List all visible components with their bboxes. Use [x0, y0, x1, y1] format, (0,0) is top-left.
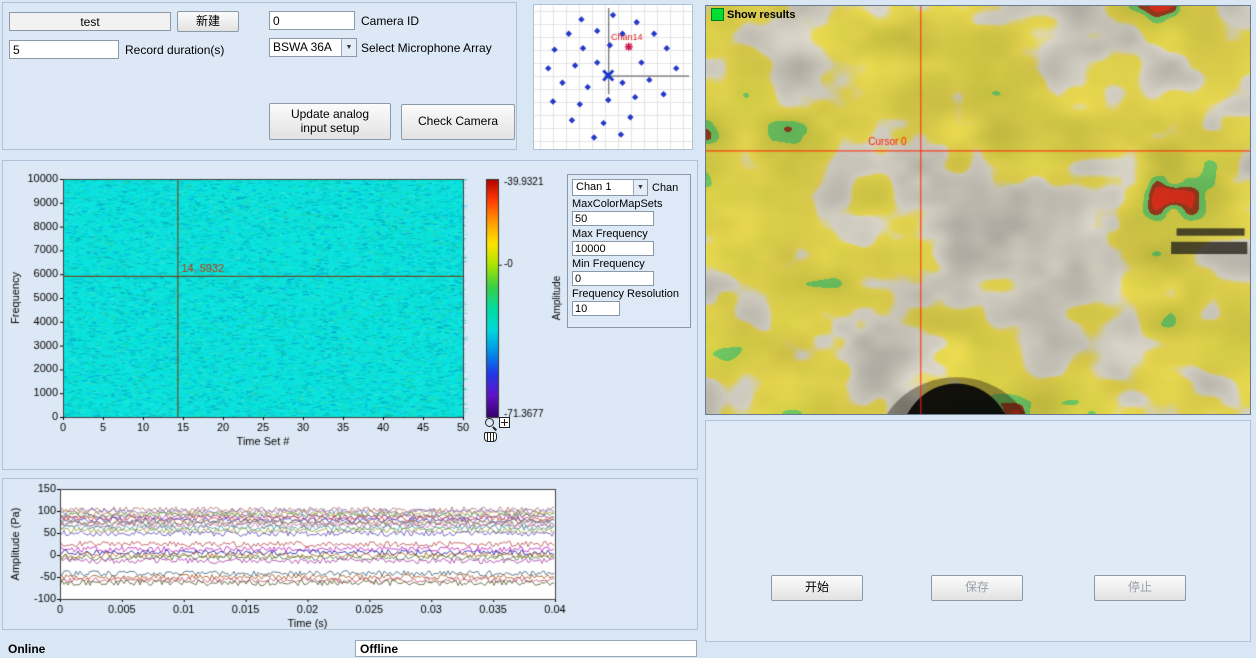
show-results-label: Show results — [727, 9, 795, 21]
max-colormap-label: MaxColorMapSets — [572, 198, 686, 210]
waveform-panel — [2, 478, 698, 630]
camera-id-input[interactable] — [269, 11, 355, 30]
min-frequency-input[interactable] — [572, 271, 654, 286]
mic-array-dropdown[interactable]: BSWA 36A ▼ — [269, 38, 357, 57]
chan-value: Chan 1 — [573, 180, 633, 195]
mic-array-label: Select Microphone Array — [361, 41, 492, 55]
camera-id-label: Camera ID — [361, 14, 419, 28]
record-duration-input[interactable] — [9, 40, 119, 59]
show-results-checkbox[interactable]: Show results — [711, 8, 795, 21]
chan-label: Chan — [652, 182, 678, 194]
camera-result-view[interactable]: Show results — [705, 5, 1251, 415]
camera-result-canvas[interactable] — [706, 6, 1250, 414]
waveform-canvas[interactable] — [5, 481, 697, 629]
start-button[interactable]: 开始 — [771, 575, 863, 601]
spectrogram-canvas[interactable] — [5, 165, 565, 465]
plot-tools — [484, 417, 514, 442]
check-camera-button[interactable]: Check Camera — [401, 104, 515, 140]
action-panel: 开始 保存 停止 — [705, 420, 1251, 642]
chevron-down-icon: ▼ — [341, 39, 356, 56]
record-duration-label: Record duration(s) — [125, 43, 224, 57]
new-button[interactable]: 新建 — [177, 11, 239, 32]
save-button[interactable]: 保存 — [931, 575, 1023, 601]
mic-array-canvas[interactable] — [534, 5, 692, 149]
checkbox-checked-icon[interactable] — [711, 8, 724, 21]
chan-dropdown[interactable]: Chan 1 ▼ — [572, 179, 648, 196]
max-frequency-label: Max Frequency — [572, 228, 686, 240]
offline-status-label: Offline — [360, 642, 398, 656]
update-analog-input-button[interactable]: Update analog input setup — [269, 103, 391, 140]
stop-button[interactable]: 停止 — [1094, 575, 1186, 601]
frequency-resolution-label: Frequency Resolution — [572, 288, 686, 300]
mic-array-plot-panel — [533, 4, 693, 150]
zoom-icon[interactable] — [484, 417, 497, 430]
acoustic-camera-app: 新建 Camera ID Record duration(s) BSWA 36A… — [0, 0, 1256, 658]
mic-array-value: BSWA 36A — [270, 39, 341, 56]
pan-hand-icon[interactable] — [484, 432, 497, 442]
online-status-label: Online — [8, 642, 45, 656]
record-settings-panel: 新建 Camera ID Record duration(s) BSWA 36A… — [2, 2, 517, 150]
max-colormap-input[interactable] — [572, 211, 654, 226]
zoom-select-icon[interactable] — [499, 417, 510, 428]
offline-status-field: Offline — [355, 640, 697, 657]
frequency-resolution-input[interactable] — [572, 301, 620, 316]
spectrogram-panel: Chan 1 ▼ Chan MaxColorMapSets Max Freque… — [2, 160, 698, 470]
chevron-down-icon: ▼ — [633, 180, 647, 195]
session-name-input[interactable] — [9, 12, 171, 31]
max-frequency-input[interactable] — [572, 241, 654, 256]
min-frequency-label: Min Frequency — [572, 258, 686, 270]
spectrogram-settings-box: Chan 1 ▼ Chan MaxColorMapSets Max Freque… — [567, 174, 691, 328]
